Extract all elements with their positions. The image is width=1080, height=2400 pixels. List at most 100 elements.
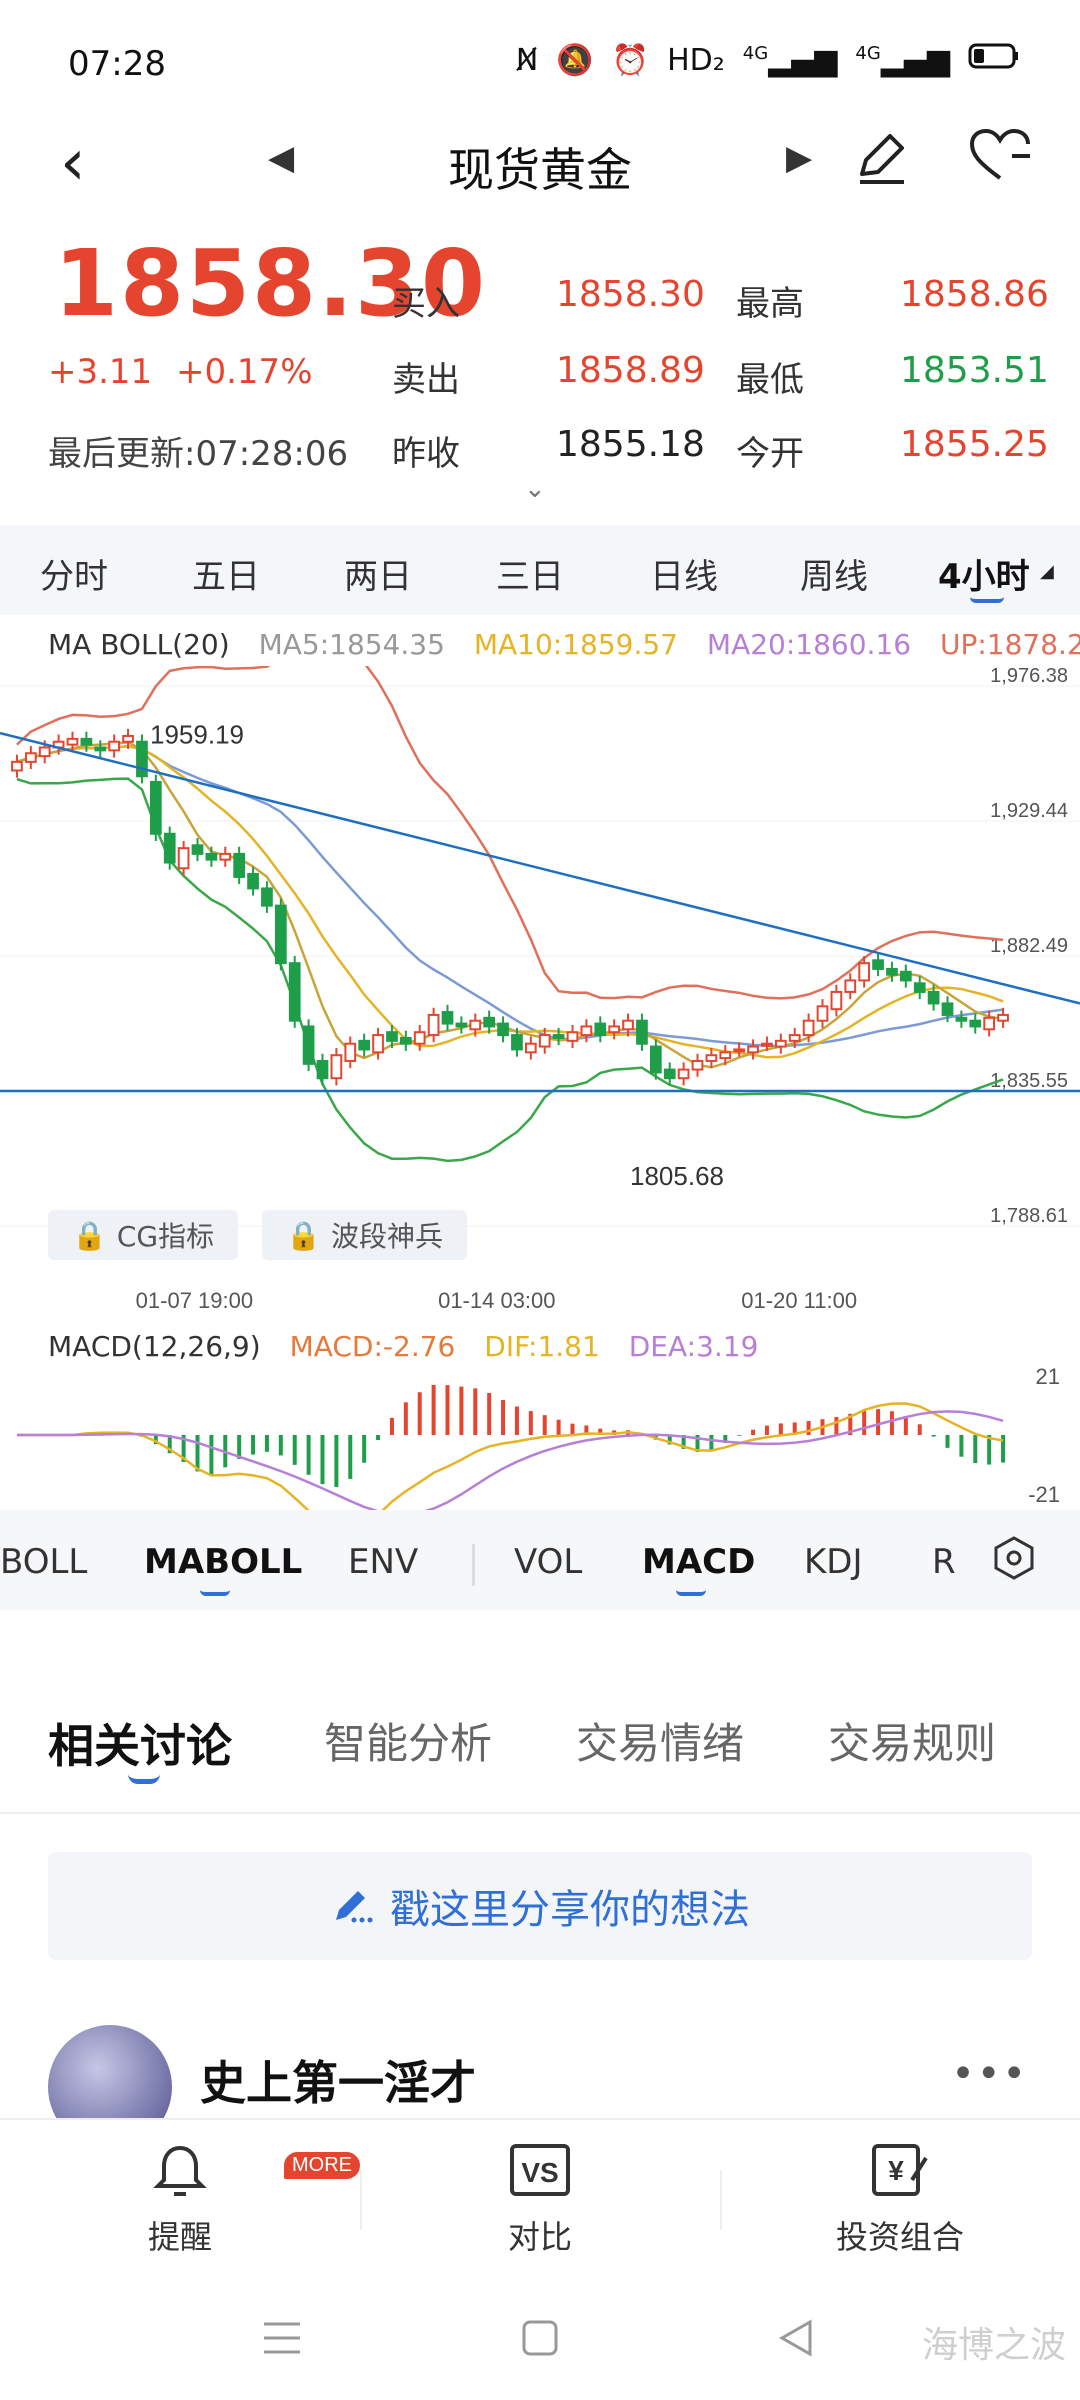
- compare-button[interactable]: VS 对比: [440, 2140, 640, 2258]
- candle-body: [524, 1042, 537, 1054]
- candle-body: [455, 1022, 468, 1028]
- candle-body: [261, 887, 273, 907]
- active-indicator-underline: [676, 1590, 706, 1596]
- tag-cg-indicator[interactable]: 🔒 CG指标: [48, 1210, 239, 1260]
- active-tab-indicator: [128, 1774, 160, 1784]
- post-header: 史上第一淫才 •••: [48, 2025, 1032, 2149]
- candlestick-chart[interactable]: 1,976.381,929.441,882.491,835.551,788.61…: [0, 666, 1080, 1276]
- low-label: 最低: [736, 360, 804, 400]
- macd-value: MACD:-2.76: [289, 1330, 456, 1363]
- ma5-value: MA5:1854.35: [258, 628, 445, 661]
- candle-body: [844, 979, 857, 993]
- settings-hexagon-icon[interactable]: [990, 1534, 1038, 1586]
- y-tick-label: 1,882.49: [990, 935, 1068, 957]
- macd-legend: MACD(12,26,9) MACD:-2.76 DIF:1.81 DEA:3.…: [48, 1330, 758, 1363]
- macd-chart[interactable]: 21 -21: [0, 1360, 1080, 1510]
- candle-body: [386, 1031, 398, 1042]
- candle-body: [219, 852, 232, 861]
- sell-value: 1858.89: [556, 350, 705, 391]
- tab-4hour[interactable]: 4小时: [938, 549, 1030, 598]
- tab-intraday[interactable]: 分时: [40, 549, 108, 598]
- chart-area[interactable]: MA BOLL(20) MA5:1854.35 MA10:1859.57 MA2…: [0, 620, 1080, 1520]
- period-dropdown-icon[interactable]: ◢: [1040, 561, 1054, 582]
- tag-wave-indicator[interactable]: 🔒 波段神兵: [262, 1210, 468, 1260]
- candle-body: [830, 990, 843, 1011]
- candle-body: [927, 990, 940, 1005]
- compare-label: 对比: [507, 2218, 572, 2256]
- high-label: 最高: [736, 284, 804, 324]
- tab-3day[interactable]: 三日: [496, 549, 564, 598]
- edit-icon[interactable]: [852, 126, 912, 190]
- watermark: 海博之波: [921, 2325, 1066, 2366]
- candle-body: [163, 832, 176, 864]
- macd-title: MACD(12,26,9): [48, 1330, 261, 1363]
- ma10-line: [16, 744, 1004, 1059]
- candle-body: [608, 1025, 621, 1034]
- ma-indicator-name: MA BOLL(20): [48, 628, 230, 661]
- tab-weekly[interactable]: 周线: [800, 549, 868, 598]
- menu-icon[interactable]: [262, 2320, 302, 2360]
- price-annotation: 1805.68: [630, 1161, 724, 1191]
- indicator-divider: [472, 1544, 475, 1586]
- indicator-env[interactable]: ENV: [348, 1542, 418, 1582]
- candle-body: [66, 737, 79, 746]
- candle-body: [649, 1045, 662, 1074]
- tab-smart-analysis[interactable]: 智能分析: [324, 1710, 492, 1771]
- candle-body: [316, 1059, 329, 1080]
- next-instrument-button[interactable]: ▶: [786, 138, 812, 178]
- indicator-maboll[interactable]: MABOLL: [144, 1542, 302, 1582]
- candle-body: [413, 1031, 426, 1045]
- candle-body: [330, 1054, 343, 1080]
- more-options-icon[interactable]: •••: [951, 2051, 1028, 2097]
- indicator-r[interactable]: R: [932, 1542, 956, 1582]
- tab-2day[interactable]: 两日: [344, 549, 412, 598]
- post-username[interactable]: 史上第一淫才: [200, 2047, 476, 2113]
- macd-y-tick: -21: [1028, 1482, 1060, 1507]
- back-triangle-icon[interactable]: [776, 2318, 816, 2362]
- remind-button[interactable]: 提醒 MORE: [80, 2140, 360, 2258]
- indicator-tags: 🔒 CG指标 🔒 波段神兵: [48, 1210, 468, 1260]
- bottom-action-bar: 提醒 MORE VS 对比 ¥ 投资组合: [0, 2118, 1080, 2278]
- discussion-tabs: 相关讨论 智能分析 交易情绪 交易规则: [0, 1700, 1080, 1810]
- tab-related-discussion[interactable]: 相关讨论: [48, 1710, 232, 1776]
- candle-body: [511, 1034, 523, 1051]
- candle-body: [622, 1019, 634, 1031]
- tab-5day[interactable]: 五日: [192, 549, 260, 598]
- home-icon[interactable]: [522, 2320, 558, 2360]
- nfc-off-icon: N̸: [515, 42, 539, 78]
- indicator-boll[interactable]: BOLL: [0, 1542, 87, 1582]
- open-label: 今开: [736, 434, 804, 474]
- candle-body: [761, 1042, 773, 1047]
- tab-daily[interactable]: 日线: [650, 549, 718, 598]
- candle-body: [705, 1054, 718, 1062]
- tab-trade-sentiment[interactable]: 交易情绪: [576, 1710, 744, 1771]
- portfolio-button[interactable]: ¥ 投资组合: [800, 2140, 1000, 2258]
- candle-body: [997, 1013, 1009, 1022]
- bottom-divider: [720, 2170, 722, 2230]
- indicator-kdj[interactable]: KDJ: [804, 1542, 863, 1582]
- candle-body: [747, 1045, 759, 1054]
- x-axis: 01-07 19:00 01-14 03:00 01-20 11:00: [136, 1288, 857, 1313]
- high-value: 1858.86: [900, 274, 1049, 315]
- candle-body: [788, 1034, 801, 1042]
- alarm-icon: ⏰: [611, 42, 650, 78]
- status-time: 07:28: [68, 44, 166, 84]
- prev-close-value: 1855.18: [556, 424, 705, 465]
- status-icons: N̸ 🔕 ⏰ HD₂ 4G▂▄▆ 4G▂▄▆: [516, 42, 1020, 78]
- tab-trade-rules[interactable]: 交易规则: [828, 1710, 996, 1771]
- ma-legend: MA BOLL(20) MA5:1854.35 MA10:1859.57 MA2…: [48, 628, 1080, 661]
- tag-label: 波段神兵: [331, 1220, 444, 1253]
- change-value: +3.11: [48, 352, 153, 392]
- candle-body: [108, 740, 121, 752]
- candle-body: [552, 1034, 565, 1039]
- candle-body: [247, 873, 259, 890]
- expand-chevron-icon[interactable]: ⌄: [524, 474, 546, 504]
- indicator-vol[interactable]: VOL: [514, 1542, 582, 1582]
- quote-panel: 1858.30 +3.11 +0.17% 最后更新:07:28:06 买入 18…: [0, 230, 1080, 504]
- candle-body: [983, 1016, 996, 1031]
- favorite-heart-icon[interactable]: [968, 128, 1032, 188]
- signal-4g-icon: 4G▂▄▆: [742, 42, 838, 78]
- x-tick-label: 01-20 11:00: [741, 1288, 857, 1313]
- share-input[interactable]: 戳这里分享你的想法: [48, 1852, 1032, 1960]
- indicator-macd[interactable]: MACD: [642, 1542, 755, 1582]
